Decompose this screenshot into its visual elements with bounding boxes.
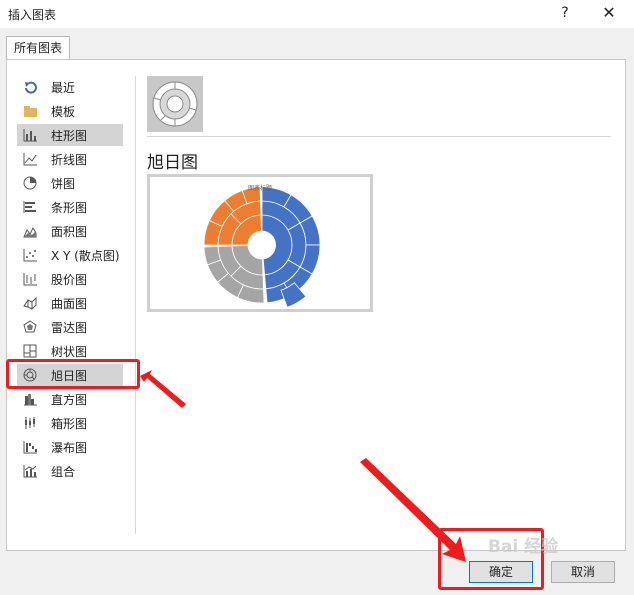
chart-category-label: 面积图: [51, 225, 88, 239]
bar-chart-icon: [23, 200, 37, 214]
chart-category-item[interactable]: 股价图: [17, 268, 123, 290]
ok-button[interactable]: 确定: [469, 561, 533, 583]
line-chart-icon: [23, 152, 37, 166]
dialog-title: 插入图表: [8, 8, 57, 22]
stock-chart-icon: [23, 272, 37, 286]
column-chart-icon: [23, 128, 37, 142]
folder-icon: [23, 104, 37, 118]
waterfall-chart-icon: [23, 440, 37, 454]
sunburst-thumb-icon: [152, 81, 198, 127]
chart-category-label: 最近: [51, 81, 76, 95]
watermark: Bai 经验: [488, 537, 559, 557]
help-button[interactable]: ?: [552, 3, 578, 23]
chart-category-item[interactable]: 面积图: [17, 220, 123, 242]
scatter-chart-icon: [23, 248, 37, 262]
cancel-button[interactable]: 取消: [551, 561, 615, 583]
chart-category-item[interactable]: 最近: [17, 76, 123, 98]
chart-category-label: 箱形图: [51, 417, 88, 431]
chart-category-label: 瀑布图: [51, 441, 88, 455]
sunburst-subtype-thumbnail[interactable]: [147, 76, 203, 132]
chart-category-label: 组合: [51, 465, 76, 479]
recent-icon: [23, 80, 37, 94]
close-button[interactable]: ✕: [596, 3, 622, 23]
chart-category-label: 饼图: [51, 177, 76, 191]
histogram-chart-icon: [23, 392, 37, 406]
area-chart-icon: [23, 224, 37, 238]
radar-chart-icon: [23, 320, 37, 334]
chart-category-item[interactable]: 曲面图: [17, 292, 123, 314]
chart-category-label: 折线图: [51, 153, 88, 167]
chart-category-label: X Y (散点图): [51, 249, 120, 263]
combo-chart-icon: [23, 464, 37, 478]
chart-category-item[interactable]: 雷达图: [17, 316, 123, 338]
chart-category-item[interactable]: 组合: [17, 460, 123, 482]
chart-category-item[interactable]: 箱形图: [17, 412, 123, 434]
chart-type-name: 旭日图: [147, 153, 198, 173]
chart-category-item[interactable]: 直方图: [17, 388, 123, 410]
chart-category-item[interactable]: 折线图: [17, 148, 123, 170]
chart-category-label: 曲面图: [51, 297, 88, 311]
surface-chart-icon: [23, 296, 37, 310]
pie-chart-icon: [23, 176, 37, 190]
boxwhisker-chart-icon: [23, 416, 37, 430]
preview-chart-title: 图表标题: [247, 185, 272, 192]
chart-category-label: 模板: [51, 105, 76, 119]
chart-preview: 图表标题: [147, 174, 373, 312]
chart-category-label: 雷达图: [51, 321, 88, 335]
chart-category-item[interactable]: X Y (散点图): [17, 244, 123, 266]
chart-category-item[interactable]: 瀑布图: [17, 436, 123, 458]
chart-panel: 最近模板柱形图折线图饼图条形图面积图 X Y (散点图) 股价图曲面图雷达图树状图 旭…: [6, 59, 626, 551]
chart-category-label: 股价图: [51, 273, 88, 287]
chart-category-item[interactable]: 柱形图: [17, 124, 123, 146]
chart-category-label: 条形图: [51, 201, 88, 215]
highlight-sunburst-category: [6, 359, 140, 389]
chart-category-label: 树状图: [51, 345, 88, 359]
chart-category-item[interactable]: 饼图: [17, 172, 123, 194]
separator: [147, 136, 611, 137]
red-arrow-icon: [360, 458, 466, 562]
treemap-chart-icon: [23, 344, 37, 358]
tab-all-charts[interactable]: 所有图表: [6, 36, 70, 60]
red-arrow-icon: [140, 370, 186, 408]
vertical-divider: [135, 76, 136, 534]
chart-category-label: 直方图: [51, 393, 88, 407]
title-bar: 插入图表 ? ✕: [0, 0, 634, 28]
chart-category-item[interactable]: 模板: [17, 100, 123, 122]
sunburst-preview-graphic: [203, 186, 321, 308]
chart-category-label: 柱形图: [51, 129, 88, 143]
chart-category-item[interactable]: 条形图: [17, 196, 123, 218]
